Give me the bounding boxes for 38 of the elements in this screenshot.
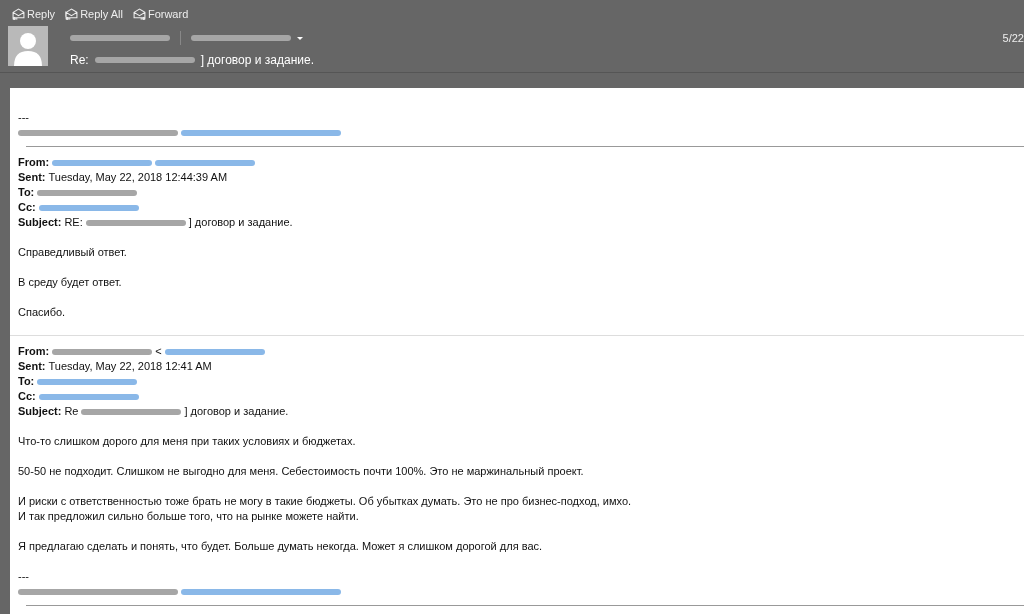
- message-text: Справедливый ответ.: [18, 245, 127, 260]
- field-label: Sent:: [18, 359, 46, 374]
- message-text: В среду будет ответ.: [18, 275, 122, 290]
- field-label: Cc:: [18, 200, 36, 215]
- message-text: 50-50 не подходит. Слишком не выгодно для меня. Себестоимость почти 100%. Это не маржинальный проект.: [18, 464, 584, 479]
- field-label: To:: [18, 374, 35, 389]
- field-label: Subject:: [18, 215, 62, 230]
- signature-dashes: ---: [18, 569, 29, 584]
- message-text: Я предлагаю сделать и понять, что будет. Больше думать некогда. Может я слишком дорогой для вас.: [18, 539, 543, 554]
- field-label: Sent:: [18, 170, 46, 185]
- field-value: <: [155, 344, 162, 359]
- envelope-forward-icon: [132, 8, 146, 20]
- signature-dashes: ---: [18, 110, 29, 125]
- date-label: 5/22: [1002, 32, 1024, 44]
- toolbar-button[interactable]: Reply: [12, 6, 56, 22]
- envelope-reply-icon: [65, 8, 79, 20]
- message-text: И риски с ответственностью тоже брать не могу в такие бюджеты. Об убытках думать. Это не про бизнес-подход, имхо.: [18, 494, 632, 509]
- field-value: RE:: [64, 215, 83, 230]
- message-text: Что-то слишком дорого для меня при таких условиях и бюджетах.: [18, 434, 356, 449]
- field-value: Tuesday, May 22, 2018 12:44:39 AM: [48, 170, 228, 185]
- toolbar-button[interactable]: Reply All: [65, 6, 123, 22]
- envelope-reply-icon: [12, 8, 25, 20]
- message-text: И так предложил сильно больше того, что на рынке можете найти.: [18, 509, 359, 524]
- field-label: To:: [18, 185, 35, 200]
- field-value: ] договор и задание.: [184, 404, 289, 419]
- subject-text: ] договор и задание.: [200, 53, 314, 67]
- field-label: Cc:: [18, 389, 36, 404]
- field-value: ] договор и задание.: [188, 215, 293, 230]
- field-label: From:: [18, 344, 50, 359]
- field-value: Re: [64, 404, 79, 419]
- subject-text: Re:: [70, 53, 89, 67]
- toolbar-button[interactable]: Forward: [132, 6, 189, 22]
- field-label: Subject:: [18, 404, 62, 419]
- avatar-icon: [8, 26, 48, 66]
- field-value: Tuesday, May 22, 2018 12:41 AM: [48, 359, 212, 374]
- dropdown-caret-icon[interactable]: [297, 36, 303, 40]
- field-label: From:: [18, 155, 50, 170]
- message-text: Спасибо.: [18, 305, 66, 320]
